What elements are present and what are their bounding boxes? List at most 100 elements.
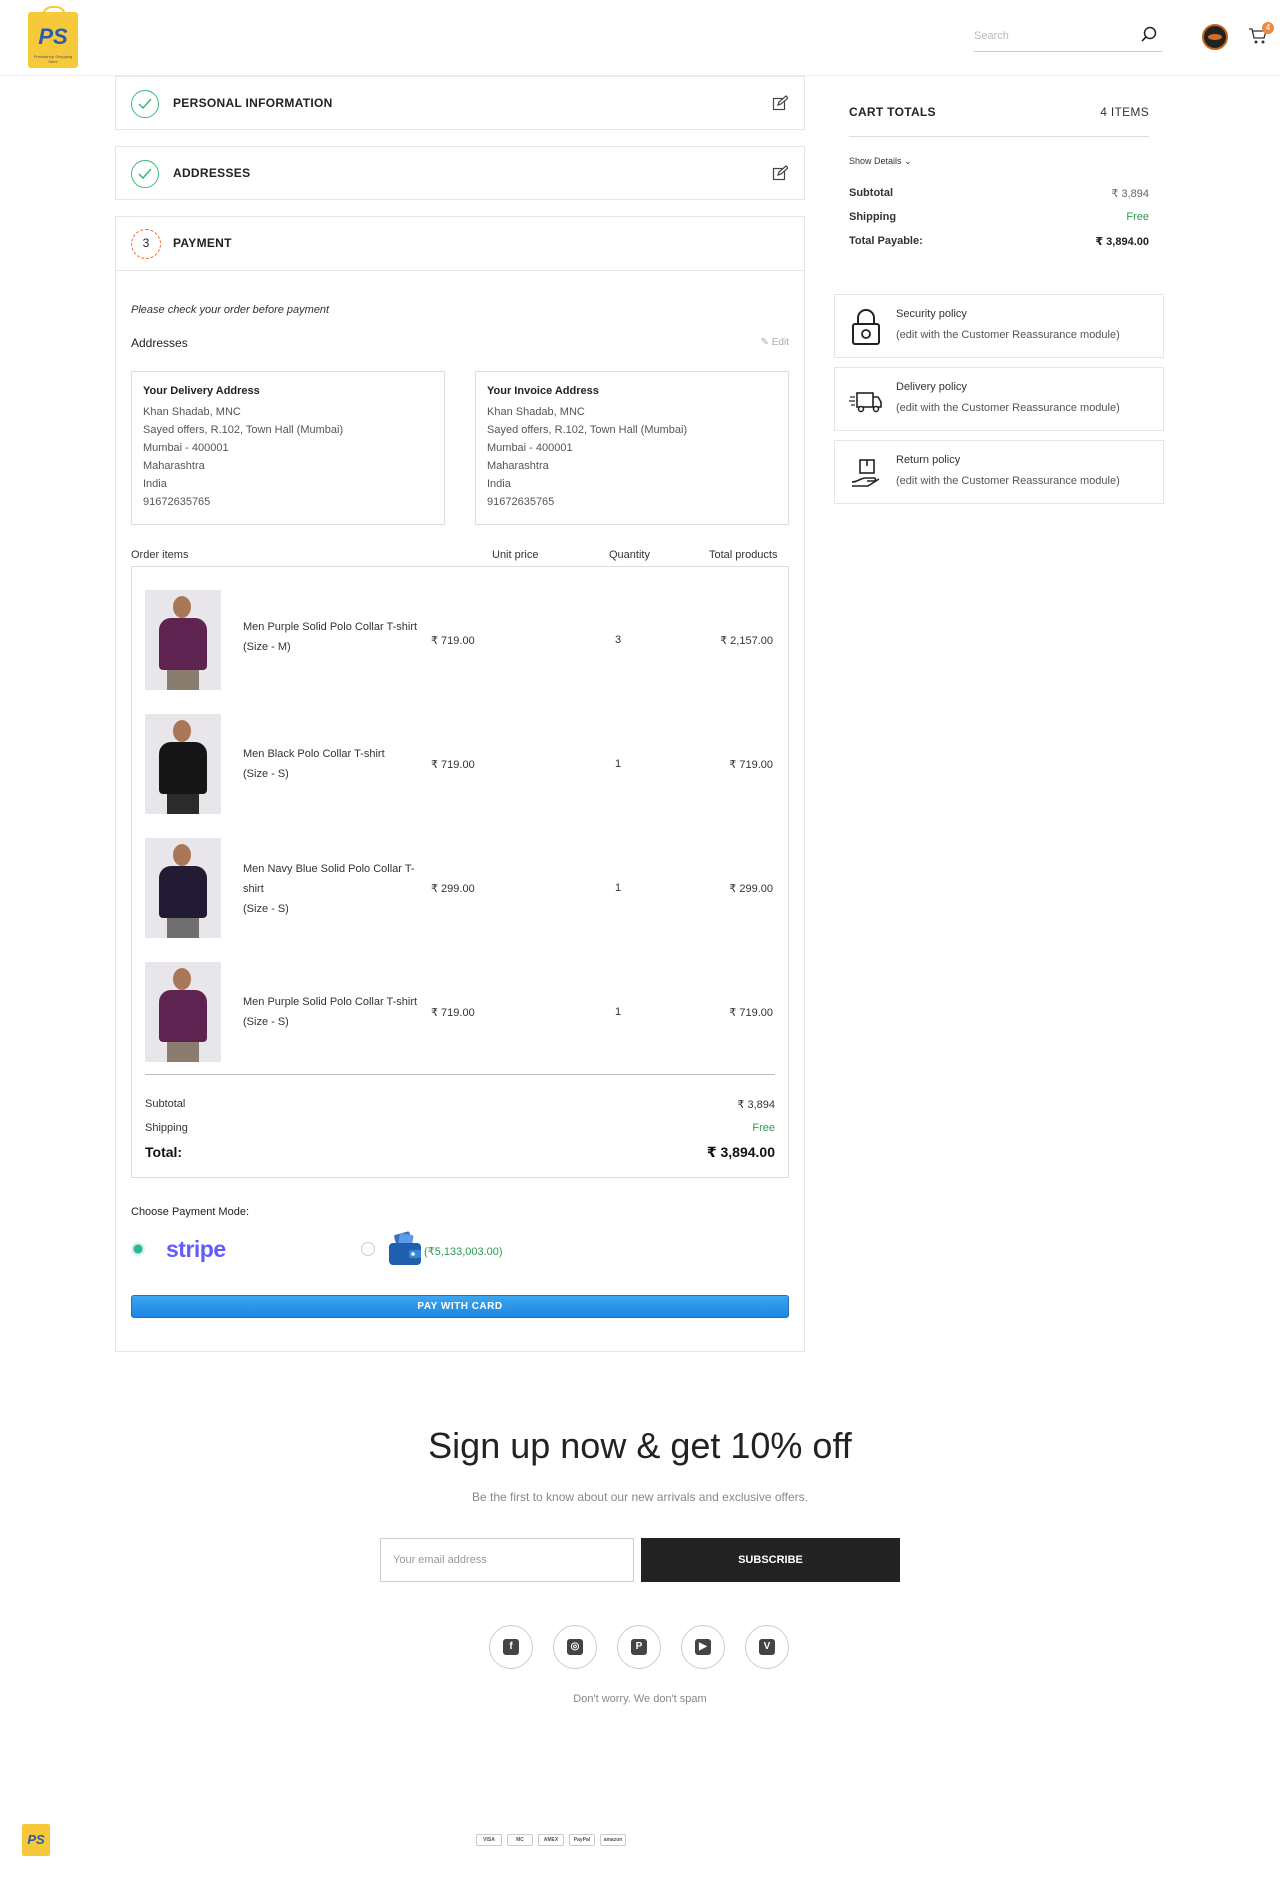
subtotal-value: ₹ 3,894 <box>737 1099 775 1111</box>
policy-title: Security policy <box>896 308 967 320</box>
wallet-icon[interactable] <box>387 1231 423 1267</box>
wallet-radio[interactable] <box>361 1242 375 1256</box>
quantity: 1 <box>615 758 622 770</box>
cart-shipping-value: Free <box>1126 211 1149 223</box>
line-total: ₹ 2,157.00 <box>720 634 773 647</box>
visa-icon: VISA <box>476 1834 502 1846</box>
stripe-logo[interactable]: stripe <box>166 1236 226 1263</box>
instagram-link[interactable]: ◎ <box>553 1625 597 1669</box>
security-policy-block: Security policy (edit with the Customer … <box>834 294 1164 358</box>
cart-count-badge: 4 <box>1262 22 1274 34</box>
step-title: ADDRESSES <box>173 166 251 180</box>
unit-price: ₹ 719.00 <box>431 1006 475 1019</box>
logo-text: PS <box>38 24 68 49</box>
table-row: Men Navy Blue Solid Polo Collar T-shirt (… <box>132 838 788 942</box>
step-complete-check-icon <box>131 160 159 188</box>
table-row: Men Black Polo Collar T-shirt (Size - S) … <box>132 714 788 818</box>
product-name-cell: Men Black Polo Collar T-shirt (Size - S) <box>243 744 443 784</box>
product-image[interactable] <box>145 838 221 938</box>
amazon-pay-icon: amazon <box>600 1834 626 1846</box>
address-phone: 91672635765 <box>487 496 555 508</box>
edit-label: Edit <box>771 337 789 348</box>
product-size: (Size - S) <box>243 903 289 915</box>
user-avatar[interactable] <box>1202 24 1228 50</box>
order-items-table: Men Purple Solid Polo Collar T-shirt (Siz… <box>131 566 789 1178</box>
subtotal-label: Subtotal <box>145 1098 186 1110</box>
chevron-down-icon: ⌄ <box>904 156 912 166</box>
address-line: Sayed offers, R.102, Town Hall (Mumbai) <box>143 424 344 436</box>
pencil-icon: ✎ <box>760 337 772 348</box>
search-icon[interactable] <box>1140 26 1158 44</box>
vimeo-link[interactable]: V <box>745 1625 789 1669</box>
step-title: PERSONAL INFORMATION <box>173 96 333 110</box>
product-image[interactable] <box>145 962 221 1062</box>
search-input[interactable] <box>974 22 1124 50</box>
quantity: 1 <box>615 1006 622 1018</box>
product-size: (Size - M) <box>243 641 291 653</box>
column-quantity: Quantity <box>609 549 650 561</box>
product-size: (Size - S) <box>243 768 289 780</box>
invoice-address-title: Your Invoice Address <box>487 385 599 397</box>
show-details-toggle[interactable]: Show Details ⌄ <box>849 156 912 167</box>
show-details-label: Show Details <box>849 156 902 166</box>
mastercard-icon: MC <box>507 1834 533 1846</box>
pay-with-card-button[interactable]: PAY WITH CARD <box>131 1295 789 1318</box>
quantity: 1 <box>615 882 622 894</box>
step-addresses[interactable]: ADDRESSES <box>115 146 805 200</box>
truck-icon <box>849 392 882 413</box>
cart-subtotal-label: Subtotal <box>849 187 893 199</box>
unit-price: ₹ 719.00 <box>431 758 475 771</box>
delivery-address-title: Your Delivery Address <box>143 385 260 397</box>
cart-shipping-row: Shipping Free <box>849 211 1149 223</box>
product-image[interactable] <box>145 714 221 814</box>
return-box-icon <box>851 459 880 487</box>
product-image[interactable] <box>145 590 221 690</box>
youtube-link[interactable]: ▶ <box>681 1625 725 1669</box>
column-unit-price: Unit price <box>492 549 539 561</box>
wallet-balance: (₹5,133,003.00) <box>424 1246 503 1258</box>
search-box <box>974 22 1162 52</box>
pinterest-link[interactable]: P <box>617 1625 661 1669</box>
logo-subtext: Prestashop Shopping Store <box>33 54 73 64</box>
total-value: ₹ 3,894.00 <box>706 1144 775 1160</box>
step-personal-information[interactable]: PERSONAL INFORMATION <box>115 76 805 130</box>
cart-total-label: Total Payable: <box>849 235 923 247</box>
edit-icon[interactable] <box>772 95 788 111</box>
column-order-items: Order items <box>131 549 189 561</box>
footer-logo[interactable]: PS <box>22 1824 50 1856</box>
newsletter-email-input[interactable] <box>380 1538 634 1582</box>
invoice-address-card: Your Invoice Address Khan Shadab, MNC Sa… <box>475 371 789 525</box>
product-name[interactable]: Men Navy Blue Solid Polo Collar T-shirt <box>243 859 433 899</box>
site-header: PS Prestashop Shopping Store 4 <box>0 0 1280 76</box>
total-label: Total: <box>145 1144 183 1160</box>
subscribe-button[interactable]: SUBSCRIBE <box>641 1538 900 1582</box>
cart-subtotal-row: Subtotal ₹ 3,894 <box>849 187 1149 200</box>
summary-total: Total: ₹ 3,894.00 <box>145 1144 775 1160</box>
instagram-icon: ◎ <box>567 1639 583 1655</box>
policy-subtitle: (edit with the Customer Reassurance modu… <box>896 329 1120 341</box>
product-name[interactable]: Men Purple Solid Polo Collar T-shirt <box>243 992 443 1012</box>
address-line: Maharashtra <box>143 460 205 472</box>
stripe-radio[interactable] <box>131 1242 145 1256</box>
divider <box>145 1074 775 1075</box>
step-number: 3 <box>131 229 161 259</box>
edit-icon[interactable] <box>772 165 788 181</box>
facebook-link[interactable]: f <box>489 1625 533 1669</box>
address-line: Khan Shadab, MNC <box>143 406 241 418</box>
pinterest-icon: P <box>631 1639 647 1655</box>
policy-title: Return policy <box>896 454 961 466</box>
paypal-icon: PayPal <box>569 1834 595 1846</box>
address-line: Sayed offers, R.102, Town Hall (Mumbai) <box>487 424 688 436</box>
newsletter-title: Sign up now & get 10% off <box>428 1425 852 1466</box>
delivery-policy-block: Delivery policy (edit with the Customer … <box>834 367 1164 431</box>
product-name[interactable]: Men Black Polo Collar T-shirt <box>243 744 443 764</box>
shipping-label: Shipping <box>145 1122 188 1134</box>
step-title: PAYMENT <box>173 236 232 250</box>
line-total: ₹ 299.00 <box>729 882 773 895</box>
delivery-address-card: Your Delivery Address Khan Shadab, MNC S… <box>131 371 445 525</box>
address-line: Mumbai - 400001 <box>143 442 229 454</box>
store-logo[interactable]: PS Prestashop Shopping Store <box>28 6 78 68</box>
product-name[interactable]: Men Purple Solid Polo Collar T-shirt <box>243 617 443 637</box>
edit-addresses-link[interactable]: ✎ Edit <box>761 337 789 348</box>
cart-totals-title: CART TOTALS <box>849 105 936 119</box>
